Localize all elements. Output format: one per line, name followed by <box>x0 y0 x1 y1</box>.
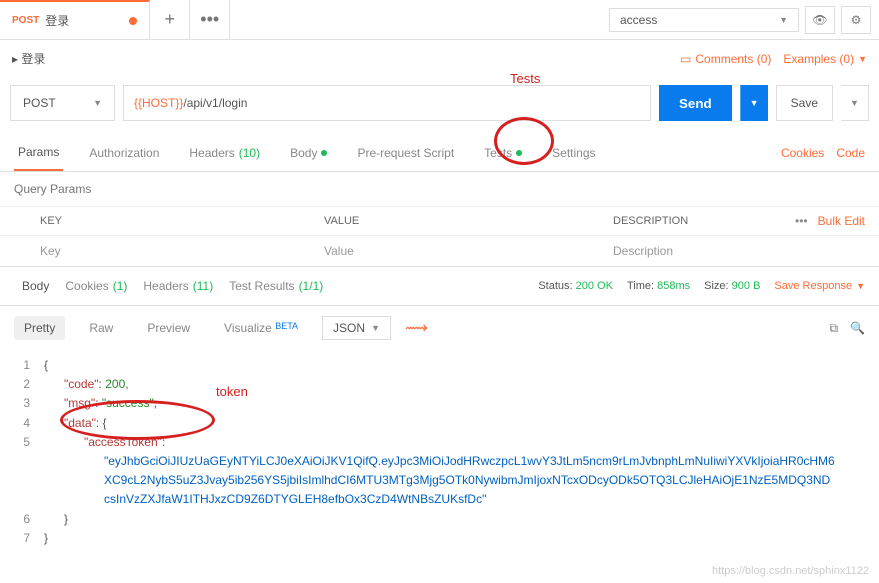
save-response-dropdown[interactable]: Save Response ▼ <box>774 280 865 292</box>
settings-button[interactable]: ⚙ <box>841 6 871 34</box>
tab-name: 登录 <box>45 12 69 29</box>
body-active-dot-icon <box>321 150 327 156</box>
tab-prerequest[interactable]: Pre-request Script <box>353 136 458 170</box>
time-label: Time: 858ms <box>627 280 690 292</box>
chevron-down-icon: ▼ <box>779 15 788 25</box>
tab-body[interactable]: Body <box>286 136 331 170</box>
view-preview[interactable]: Preview <box>137 316 200 340</box>
copy-icon[interactable]: ⧉ <box>829 321 838 336</box>
response-tab-cookies[interactable]: Cookies (1) <box>57 279 135 293</box>
view-pretty[interactable]: Pretty <box>14 316 65 340</box>
eye-icon: 👁 <box>812 13 827 27</box>
new-tab-button[interactable]: + <box>150 0 190 39</box>
size-label: Size: 900 B <box>704 280 760 292</box>
tab-authorization[interactable]: Authorization <box>85 136 163 170</box>
response-tab-headers[interactable]: Headers (11) <box>135 279 221 293</box>
response-tab-testresults[interactable]: Test Results (1/1) <box>221 279 331 293</box>
value-input[interactable]: Value <box>310 236 599 266</box>
view-visualize[interactable]: Visualize BETA <box>214 316 308 340</box>
send-button[interactable]: Send <box>659 85 732 121</box>
col-key: KEY <box>0 207 310 235</box>
comments-link[interactable]: ▭ Comments (0) <box>680 52 771 66</box>
tab-headers[interactable]: Headers (10) <box>185 136 264 170</box>
status-label: Status: 200 OK <box>538 280 613 292</box>
http-method-select[interactable]: POST ▼ <box>10 85 115 121</box>
code-link[interactable]: Code <box>836 146 865 160</box>
environment-select[interactable]: access ▼ <box>609 8 799 32</box>
examples-dropdown[interactable]: Examples (0) ▼ <box>783 52 867 66</box>
wrap-line-icon[interactable]: ⟿ <box>405 318 428 338</box>
bulk-edit-link[interactable]: Bulk Edit <box>818 214 865 228</box>
gear-icon: ⚙ <box>851 13 862 27</box>
url-input[interactable]: {{HOST}}/api/v1/login <box>123 85 651 121</box>
chevron-down-icon: ▼ <box>371 323 380 333</box>
tab-method: POST <box>12 15 39 26</box>
watermark: https://blog.csdn.net/sphinx1122 <box>712 565 869 577</box>
chevron-down-icon: ▼ <box>93 98 102 108</box>
response-body[interactable]: 1{ 2"code": 200, 3"msg": "success", 4"da… <box>0 350 879 554</box>
chevron-down-icon: ▼ <box>850 98 859 108</box>
tab-settings[interactable]: Settings <box>548 136 599 170</box>
more-icon[interactable]: ••• <box>795 214 808 228</box>
response-tab-body[interactable]: Body <box>14 279 57 293</box>
tab-params[interactable]: Params <box>14 135 63 171</box>
col-description: DESCRIPTION <box>599 207 779 235</box>
save-dropdown[interactable]: ▼ <box>841 85 869 121</box>
breadcrumb[interactable]: ▸ 登录 <box>12 50 45 67</box>
view-raw[interactable]: Raw <box>79 316 123 340</box>
format-select[interactable]: JSON ▼ <box>322 316 391 340</box>
chevron-down-icon: ▼ <box>750 98 759 108</box>
chevron-down-icon: ▼ <box>858 54 867 64</box>
tab-tests[interactable]: Tests <box>480 136 526 170</box>
query-params-table: KEY VALUE DESCRIPTION ••• Bulk Edit Key … <box>0 206 879 266</box>
tab-more-button[interactable]: ••• <box>190 0 230 39</box>
save-button[interactable]: Save <box>776 85 833 121</box>
comment-icon: ▭ <box>680 52 691 66</box>
tests-active-dot-icon <box>516 150 522 156</box>
environment-quicklook-button[interactable]: 👁 <box>805 6 835 34</box>
col-value: VALUE <box>310 207 599 235</box>
chevron-down-icon: ▼ <box>856 281 865 291</box>
key-input[interactable]: Key <box>0 236 310 266</box>
search-icon[interactable]: 🔍 <box>850 321 865 336</box>
request-tab[interactable]: POST 登录 <box>0 0 150 39</box>
send-dropdown[interactable]: ▼ <box>740 85 768 121</box>
cookies-link[interactable]: Cookies <box>781 146 824 160</box>
query-params-title: Query Params <box>0 172 879 206</box>
description-input[interactable]: Description <box>599 236 779 266</box>
unsaved-dot-icon <box>129 17 137 25</box>
